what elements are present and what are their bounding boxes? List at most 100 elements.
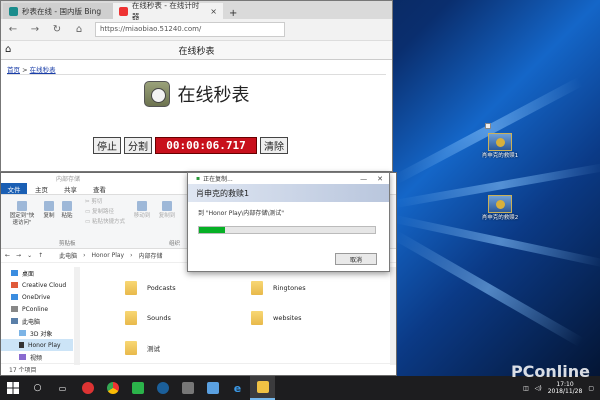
dialog-heading: 肖申克的救赎1 [188, 184, 389, 202]
forward-arrow-icon[interactable]: → [29, 24, 41, 35]
path-separator-icon: › [83, 252, 86, 259]
clear-button[interactable]: 清除 [260, 137, 288, 154]
taskbar-app-edge[interactable]: e [225, 376, 250, 400]
folder-label: Sounds [147, 314, 171, 322]
network-icon[interactable]: ◫ [523, 385, 529, 392]
stopwatch-title: 在线秒表 [177, 85, 250, 106]
recent-dropdown-icon[interactable]: ⌄ [27, 252, 32, 259]
content-scrollbar[interactable] [390, 267, 396, 365]
nav-item-onedrive[interactable]: OneDrive [1, 291, 73, 303]
taskbar-app-netease[interactable] [75, 376, 100, 400]
browser-window: 秒表在线 - 国内版 Bing 在线秒表 - 在线计时器 × + ← → ↻ ⌂… [0, 0, 393, 172]
new-tab-button[interactable]: + [223, 8, 243, 19]
stop-button[interactable]: 停止 [93, 137, 121, 154]
path-segment-device[interactable]: Honor Play [92, 252, 125, 259]
clock-date: 2018/11/28 [547, 388, 583, 395]
nav-label: 此电脑 [22, 318, 41, 326]
copy-to-button[interactable]: 复制到 [156, 201, 178, 220]
folder-item[interactable]: Podcasts [125, 281, 176, 295]
copy-path-button[interactable]: ▭ 复制路径 [85, 209, 114, 216]
copy-button[interactable]: 复制 [41, 201, 57, 220]
computer-icon [11, 318, 18, 324]
desktop-icon-video-1[interactable]: 肖申克的救赎1 [480, 133, 520, 160]
url-field[interactable]: https://miaobiao.51240.com/ [95, 22, 285, 37]
home-icon[interactable]: ⌂ [73, 24, 85, 35]
browser-tab-bing[interactable]: 秒表在线 - 国内版 Bing [3, 3, 113, 19]
nav-item-desktop[interactable]: 桌面 [1, 267, 73, 279]
copy-progress-bar [198, 226, 376, 234]
folder-item[interactable]: Ringtones [251, 281, 306, 295]
folder-icon [125, 311, 137, 325]
tab-share[interactable]: 共享 [56, 183, 85, 194]
nav-item-3d-objects[interactable]: 3D 对象 [1, 327, 73, 339]
nav-item-this-pc[interactable]: 此电脑 [1, 315, 73, 327]
nav-label: 3D 对象 [30, 330, 53, 338]
tab-file[interactable]: 文件 [1, 183, 27, 194]
nav-item-creative-cloud[interactable]: Creative Cloud [1, 279, 73, 291]
desktop-select-checkbox[interactable] [485, 123, 491, 129]
tab-label: 秒表在线 - 国内版 Bing [22, 6, 102, 16]
lap-button[interactable]: 分割 [124, 137, 152, 154]
path-segment-pc[interactable]: 此电脑 [59, 251, 77, 260]
taskbar-app-chrome[interactable] [100, 376, 125, 400]
clipboard-group-label: 剪贴板 [59, 241, 76, 247]
refresh-icon[interactable]: ↻ [51, 24, 63, 35]
nav-item-pconline[interactable]: PConline [1, 303, 73, 315]
path-segment-storage[interactable]: 内部存储 [139, 251, 163, 260]
mail-icon [206, 382, 219, 394]
cancel-button[interactable]: 取消 [335, 253, 377, 265]
taskbar-app-green[interactable] [125, 376, 150, 400]
paste-icon [62, 201, 72, 211]
site-header-title: 在线秒表 [178, 46, 215, 57]
forward-arrow-icon[interactable]: → [16, 252, 21, 259]
start-button[interactable] [0, 376, 25, 400]
desktop-icon-video-2[interactable]: 肖申克的救赎2 [480, 195, 520, 222]
clock[interactable]: 17:10 2018/11/28 [548, 381, 583, 395]
minimize-icon[interactable]: — [360, 175, 367, 183]
breadcrumb-current-link[interactable]: 在线秒表 [30, 66, 56, 74]
desktop-icon [11, 270, 18, 276]
nav-item-honor-play[interactable]: Honor Play [1, 339, 73, 351]
browser-tab-stopwatch[interactable]: 在线秒表 - 在线计时器 × [113, 1, 223, 21]
task-view-icon: ▭ [58, 383, 67, 393]
music-app-icon [81, 382, 94, 394]
folder-item[interactable]: 测试 [125, 341, 160, 355]
cut-button[interactable]: ✂ 剪切 [85, 199, 102, 206]
breadcrumb-home-link[interactable]: 首页 [7, 66, 20, 74]
paste-shortcut-button[interactable]: ▭ 粘贴快捷方式 [85, 219, 125, 226]
home-icon[interactable]: ⌂ [5, 44, 11, 55]
close-icon[interactable]: ✕ [377, 175, 383, 183]
taskbar-app-explorer[interactable] [250, 376, 275, 400]
folder-item[interactable]: websites [251, 311, 302, 325]
folder-label: Podcasts [147, 284, 176, 292]
back-arrow-icon[interactable]: ← [5, 252, 10, 259]
notification-icon[interactable]: ▢ [588, 385, 594, 392]
volume-icon[interactable]: ◁) [535, 385, 542, 392]
back-arrow-icon[interactable]: ← [7, 24, 19, 35]
close-icon[interactable]: × [210, 7, 217, 16]
nav-scrollbar[interactable] [74, 267, 80, 365]
chrome-icon [106, 382, 119, 394]
taskbar-app-mail[interactable] [200, 376, 225, 400]
pin-quick-access-button[interactable]: 固定到"快 速访问" [5, 201, 39, 227]
up-arrow-icon[interactable]: ↑ [38, 252, 43, 259]
nav-item-videos[interactable]: 视频 [1, 351, 73, 363]
desktop-icon-label: 肖申克的救赎1 [481, 153, 519, 159]
3d-objects-icon [19, 330, 26, 336]
search-button[interactable]: ○ [25, 376, 50, 400]
folder-item[interactable]: Sounds [125, 311, 171, 325]
folder-icon [125, 281, 137, 295]
tab-view[interactable]: 查看 [85, 183, 114, 194]
paste-button[interactable]: 粘贴 [59, 201, 75, 220]
move-to-button[interactable]: 移动到 [131, 201, 153, 220]
folder-icon [256, 381, 269, 393]
bing-icon [9, 6, 18, 16]
tab-home[interactable]: 主页 [27, 183, 56, 194]
task-view-button[interactable]: ▭ [50, 376, 75, 400]
taskbar-app-steam[interactable] [150, 376, 175, 400]
taskbar-app-controller[interactable] [175, 376, 200, 400]
wallpaper-beam [394, 215, 600, 268]
breadcrumb-separator: > [20, 66, 30, 74]
desktop-icon-label: 肖申克的救赎2 [481, 215, 519, 221]
dialog-titlebar: ▪ 正在复制... — ✕ [188, 173, 389, 184]
